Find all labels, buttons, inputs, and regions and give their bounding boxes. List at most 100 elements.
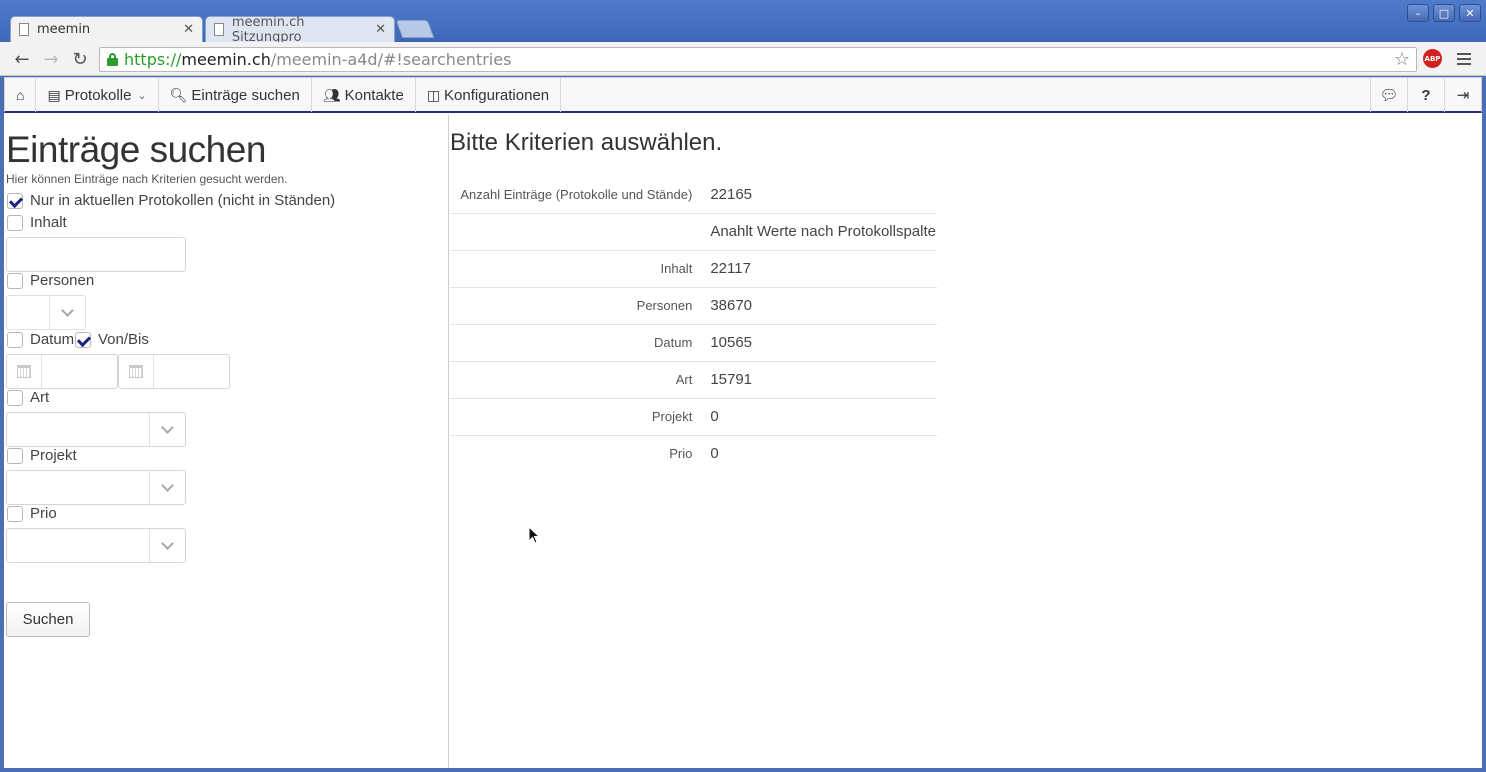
nav-protokolle[interactable]: ▤ Protokolle ⌄ (36, 78, 159, 112)
art-select[interactable] (6, 412, 186, 447)
table-row: Personen 38670 (450, 286, 937, 324)
stat-key: Inhalt (450, 249, 703, 287)
url-path: /meemin-a4d/#!searchentries (270, 50, 512, 69)
columns-icon: ◫ (426, 86, 441, 103)
von-bis-label: Von/Bis (98, 331, 149, 348)
url-scheme: https:// (124, 50, 182, 69)
personen-select[interactable] (6, 295, 86, 330)
tab-title: meemin (37, 22, 91, 37)
table-row: Anahlt Werte nach Protokollspalte (450, 212, 937, 250)
forward-icon[interactable]: → (40, 48, 62, 70)
results-heading: Bitte Kriterien auswählen. (450, 129, 723, 156)
prio-label: Prio (30, 505, 57, 522)
stat-key: Personen (450, 286, 703, 324)
prio-select[interactable] (6, 528, 186, 563)
nav-kontakte-label: Kontakte (344, 86, 404, 104)
minimize-button[interactable]: – (1407, 4, 1429, 22)
results-panel: Bitte Kriterien auswählen. Anzahl Einträ… (450, 115, 1482, 768)
mouse-cursor-icon (528, 526, 540, 544)
browser-tab-meemin[interactable]: meemin ✕ (10, 16, 203, 42)
table-row: Anzahl Einträge (Protokolle und Stände) 2… (450, 176, 937, 213)
nav-eintraege-suchen[interactable]: 🔍︎ Einträge suchen (159, 78, 312, 112)
chevron-down-icon: ⌄ (137, 89, 147, 102)
stat-key: Projekt (450, 397, 703, 435)
browser-tab-sitzungsprotokoll[interactable]: meemin.ch Sitzungpro ✕ (205, 14, 395, 45)
stat-key: Art (450, 360, 703, 398)
page-description: Hier können Einträge nach Kriterien gesu… (6, 172, 288, 186)
comment-icon[interactable]: 💬︎ (1370, 78, 1407, 112)
stat-value: 22165 (710, 185, 753, 203)
file-text-icon: ▤ (47, 86, 61, 103)
stat-value: 22117 (702, 249, 937, 287)
only-current-label: Nur in aktuellen Protokollen (nicht in S… (30, 192, 336, 209)
browser-menu-icon[interactable] (1457, 50, 1471, 68)
browser-toolbar: ← → ↻ https://meemin.ch/meemin-a4d/#!sea… (0, 42, 1486, 76)
address-bar[interactable]: https://meemin.ch/meemin-a4d/#!searchent… (99, 47, 1417, 72)
chevron-down-icon (149, 529, 185, 562)
stat-key: Anzahl Einträge (Protokolle und Stände) (460, 186, 693, 202)
prio-checkbox[interactable] (7, 506, 23, 522)
stat-value: 38670 (702, 286, 937, 324)
adblock-icon[interactable]: ABP (1423, 49, 1442, 68)
logout-icon[interactable]: ⇥ (1444, 78, 1481, 112)
stat-key: Datum (450, 323, 703, 361)
stat-value: 0 (702, 434, 937, 472)
projekt-select[interactable] (6, 470, 186, 505)
datum-checkbox[interactable] (7, 332, 23, 348)
datum-label: Datum (30, 331, 75, 348)
stat-value: 10565 (702, 323, 937, 361)
inhalt-input[interactable] (6, 237, 186, 272)
page-content: ⌂ ▤ Protokolle ⌄ 🔍︎ Einträge suchen 👥︎ K… (4, 77, 1482, 768)
nav-eintraege-label: Einträge suchen (191, 86, 300, 104)
maximize-button[interactable]: □ (1433, 4, 1455, 22)
new-tab-button[interactable] (395, 20, 435, 38)
search-form-panel: Einträge suchen Hier können Einträge nac… (4, 115, 449, 768)
only-current-checkbox[interactable] (7, 193, 23, 209)
users-icon: 👥︎ (322, 86, 341, 103)
search-button[interactable]: Suchen (6, 602, 90, 637)
calendar-icon[interactable] (7, 355, 42, 388)
home-icon: ⌂ (16, 87, 25, 103)
stat-key (450, 212, 703, 250)
bookmark-star-icon[interactable]: ☆ (1394, 49, 1410, 70)
close-window-button[interactable]: ✕ (1459, 4, 1481, 22)
projekt-label: Projekt (30, 447, 77, 464)
search-icon: 🔍︎ (169, 86, 188, 103)
nav-kontakte[interactable]: 👥︎ Kontakte (312, 78, 416, 112)
stat-value: 15791 (702, 360, 937, 398)
stat-key: Prio (450, 434, 703, 472)
browser-titlebar: meemin ✕ meemin.ch Sitzungpro ✕ – □ ✕ (0, 0, 1486, 45)
table-row: Projekt 0 (450, 397, 937, 435)
close-tab-icon[interactable]: ✕ (183, 22, 194, 37)
personen-label: Personen (30, 272, 95, 289)
nav-konfigurationen-label: Konfigurationen (444, 86, 550, 104)
app-navbar: ⌂ ▤ Protokolle ⌄ 🔍︎ Einträge suchen 👥︎ K… (4, 77, 1482, 113)
table-row: Datum 10565 (450, 323, 937, 361)
document-icon (214, 23, 224, 36)
reload-icon[interactable]: ↻ (69, 48, 91, 70)
personen-checkbox[interactable] (7, 273, 23, 289)
inhalt-label: Inhalt (30, 214, 67, 231)
table-row: Prio 0 (450, 434, 937, 472)
von-bis-checkbox[interactable] (75, 332, 91, 348)
help-icon[interactable]: ? (1407, 78, 1444, 112)
calendar-icon[interactable] (119, 355, 154, 388)
date-from-input[interactable] (6, 354, 118, 389)
projekt-checkbox[interactable] (7, 448, 23, 464)
document-icon (19, 23, 29, 36)
nav-home[interactable]: ⌂ (5, 78, 37, 112)
close-tab-icon[interactable]: ✕ (375, 22, 386, 37)
page-title: Einträge suchen (6, 129, 266, 170)
date-to-input[interactable] (118, 354, 230, 389)
nav-konfigurationen[interactable]: ◫ Konfigurationen (416, 78, 562, 112)
art-checkbox[interactable] (7, 390, 23, 406)
chevron-down-icon (149, 413, 185, 446)
table-row: Art 15791 (450, 360, 937, 398)
art-label: Art (30, 389, 50, 406)
inhalt-checkbox[interactable] (7, 215, 23, 231)
back-icon[interactable]: ← (11, 48, 33, 70)
stats-table: Anzahl Einträge (Protokolle und Stände) 2… (450, 176, 937, 472)
table-row: Inhalt 22117 (450, 249, 937, 287)
tab-title: meemin.ch Sitzungpro (231, 14, 305, 45)
stat-value: 0 (702, 397, 937, 435)
